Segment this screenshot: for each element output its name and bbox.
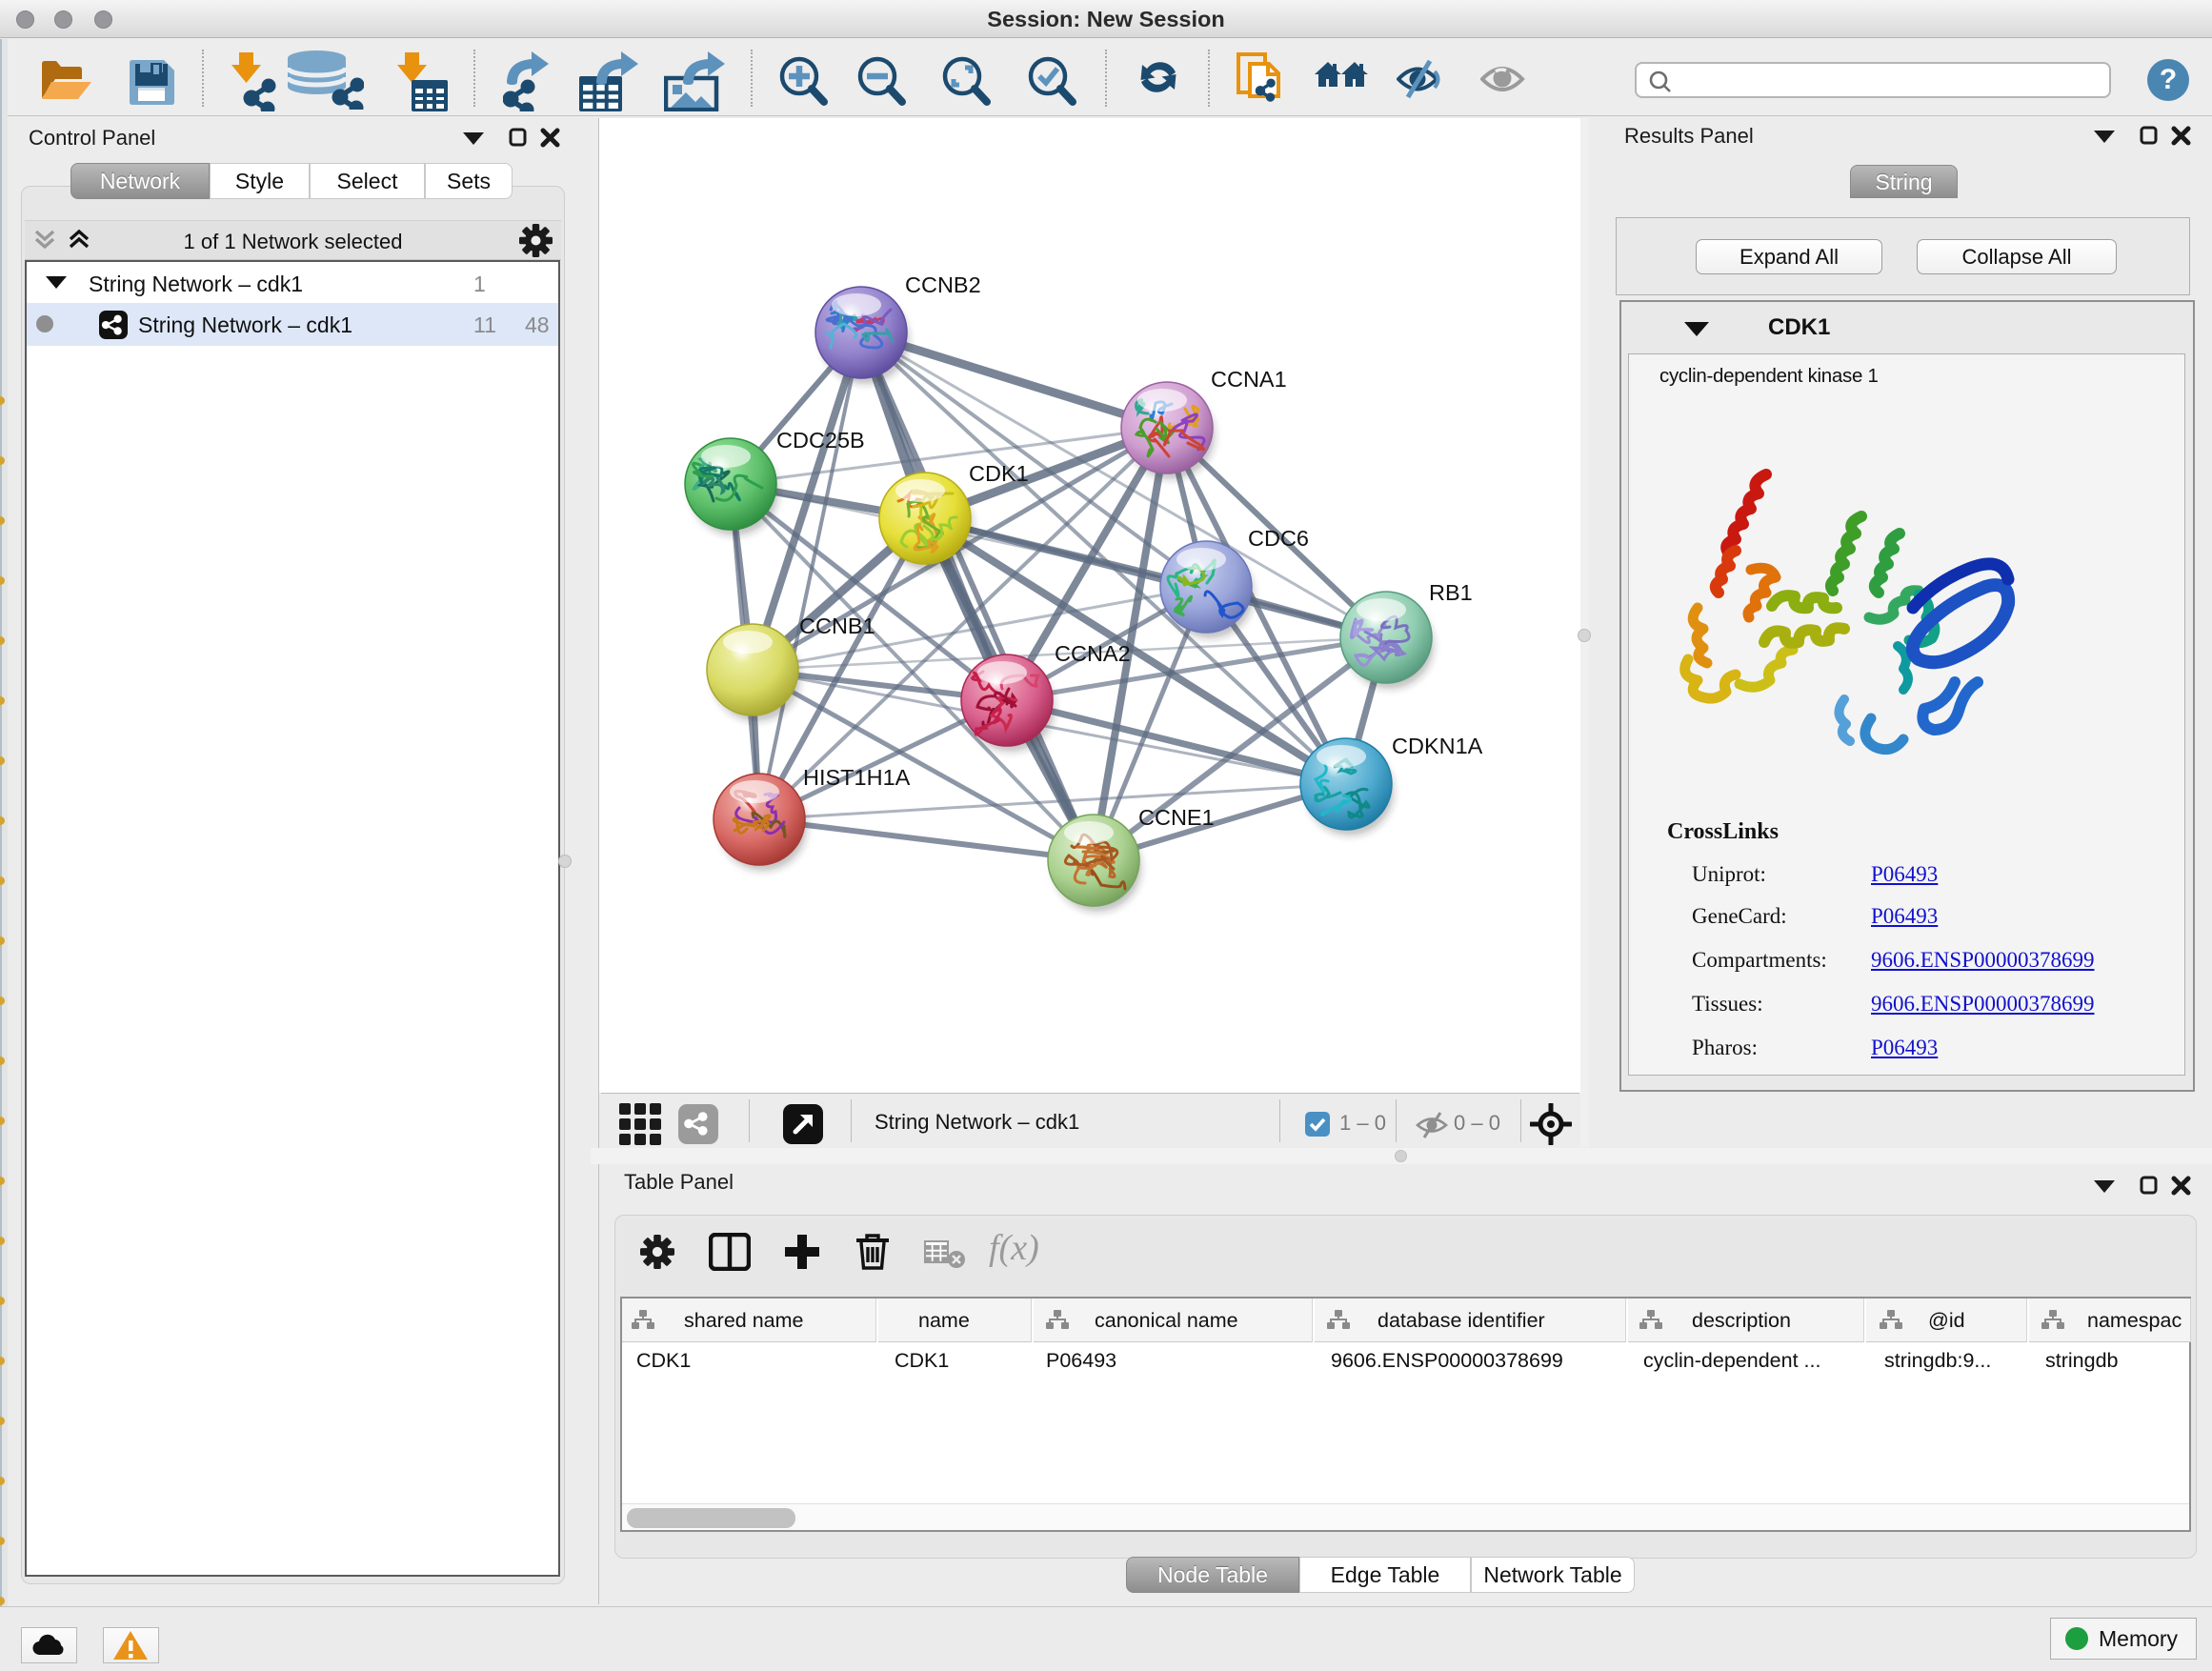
svg-text:CDK1: CDK1 (969, 461, 1029, 486)
svg-text:RB1: RB1 (1429, 580, 1473, 605)
svg-text:CCNE1: CCNE1 (1138, 805, 1215, 830)
svg-text:CDKN1A: CDKN1A (1392, 734, 1483, 758)
svg-text:HIST1H1A: HIST1H1A (803, 765, 911, 790)
svg-text:CCNB1: CCNB1 (799, 614, 875, 638)
svg-text:CCNA2: CCNA2 (1055, 641, 1131, 666)
svg-text:CCNA1: CCNA1 (1211, 367, 1287, 392)
svg-text:CDC6: CDC6 (1248, 526, 1309, 551)
svg-text:CDC25B: CDC25B (776, 428, 865, 453)
svg-text:CCNB2: CCNB2 (905, 272, 981, 297)
